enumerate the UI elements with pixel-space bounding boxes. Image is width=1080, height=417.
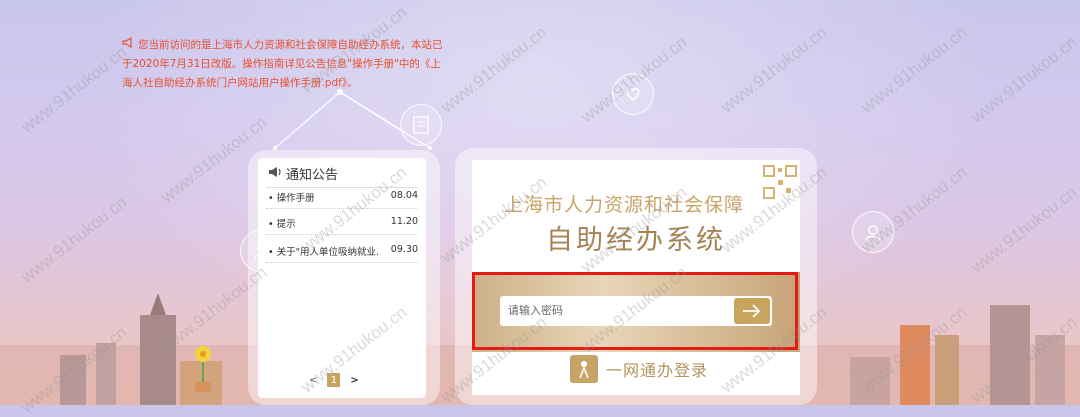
pager-current-page[interactable]: 1 bbox=[327, 373, 341, 387]
qr-code-icon bbox=[763, 165, 797, 199]
news-title: 通知公告 bbox=[286, 168, 339, 183]
news-header: 通知公告 bbox=[268, 164, 338, 183]
one-web-login-icon bbox=[570, 355, 598, 383]
speaker-icon bbox=[268, 166, 282, 182]
megaphone-icon bbox=[122, 36, 134, 55]
worker-icon bbox=[852, 211, 894, 253]
news-item-title[interactable]: 操作手册 bbox=[277, 193, 315, 204]
news-divider bbox=[266, 208, 418, 209]
pager-next-button[interactable]: > bbox=[350, 375, 358, 386]
login-title-line2: 自助经办系统 bbox=[546, 225, 726, 256]
news-item[interactable]: • 关于"用人单位吸纳就业... 09.30 bbox=[268, 244, 418, 258]
flower-decoration bbox=[195, 346, 211, 392]
news-item[interactable]: • 提示 11.20 bbox=[268, 216, 418, 230]
news-divider bbox=[266, 262, 418, 263]
news-item[interactable]: • 操作手册 08.04 bbox=[268, 190, 418, 204]
one-web-login-label[interactable]: 一网通办登录 bbox=[606, 357, 708, 381]
highlight-box bbox=[472, 272, 798, 350]
news-item-title[interactable]: 关于"用人单位吸纳就业... bbox=[277, 247, 380, 258]
news-item-date: 09.30 bbox=[390, 244, 418, 255]
hands-heart-icon bbox=[612, 73, 654, 115]
pager-prev-button[interactable]: < bbox=[309, 375, 317, 386]
news-header-divider bbox=[266, 187, 418, 188]
site-notice: 您当前访问的是上海市人力资源和社会保障自助经办系统，本站已于2020年7月31日… bbox=[122, 36, 444, 93]
news-panel: 通知公告 • 操作手册 08.04 • 提示 11.20 • 关于"用人单位吸纳… bbox=[258, 158, 426, 398]
news-divider bbox=[266, 234, 418, 235]
one-web-login-button[interactable]: 一网通办登录 bbox=[570, 355, 708, 383]
news-pager: < 1 > bbox=[309, 373, 359, 387]
notice-text: 您当前访问的是上海市人力资源和社会保障自助经办系统，本站已于2020年7月31日… bbox=[122, 39, 443, 89]
news-item-date: 11.20 bbox=[390, 216, 418, 227]
document-icon bbox=[400, 104, 442, 146]
news-item-title[interactable]: 提示 bbox=[277, 219, 296, 230]
login-title-line1: 上海市人力资源和社会保障 bbox=[504, 194, 745, 216]
news-item-date: 08.04 bbox=[390, 190, 418, 201]
